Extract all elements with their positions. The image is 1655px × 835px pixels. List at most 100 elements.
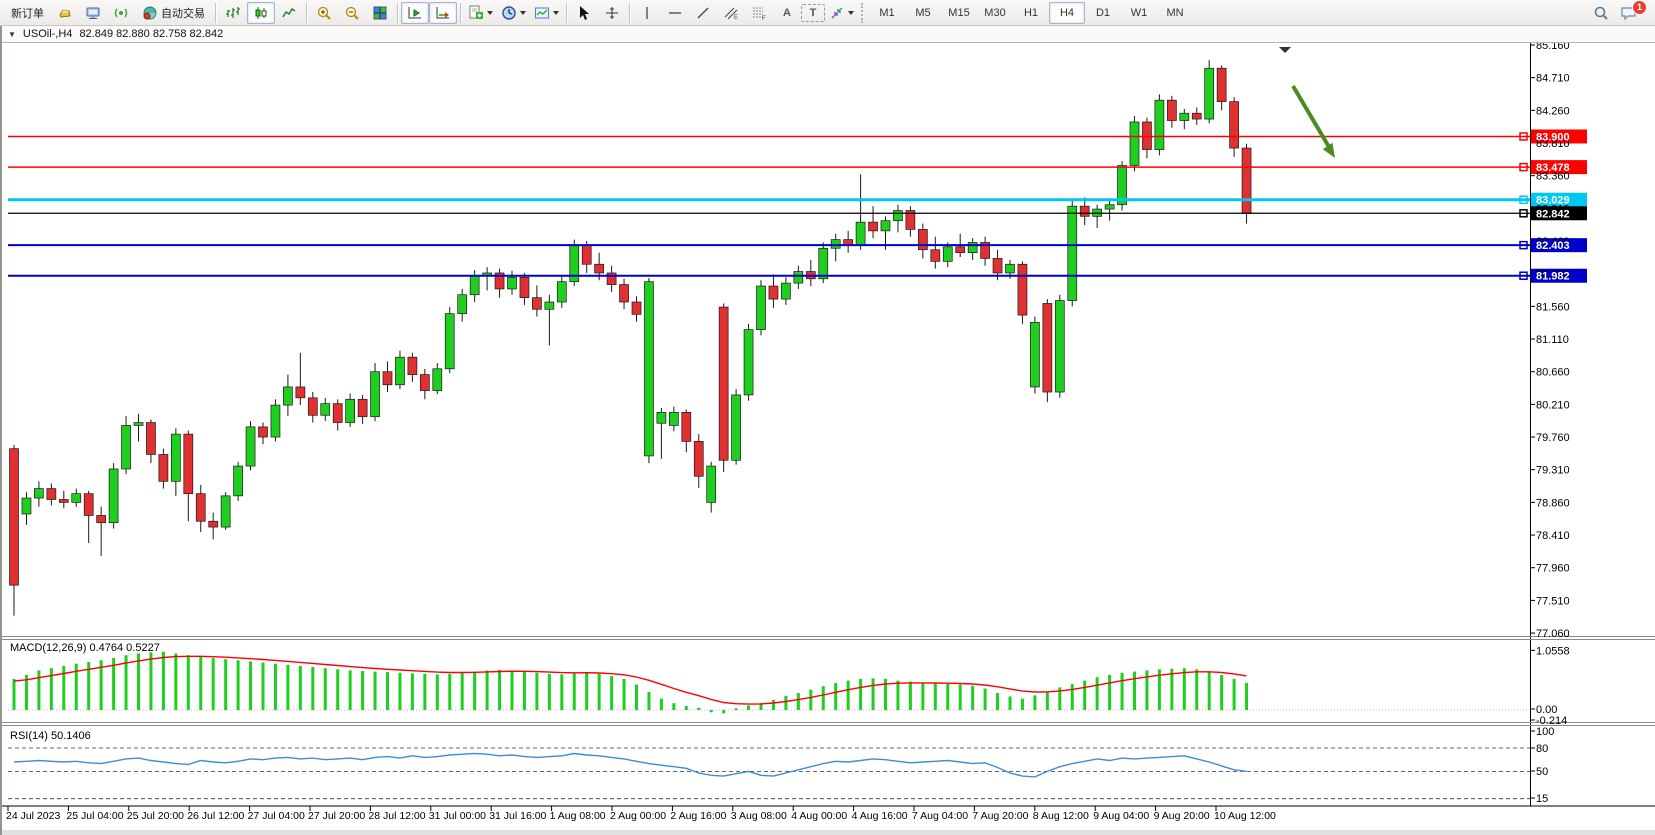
chevron-down-icon: [848, 11, 854, 15]
rsi-scale-label: 80: [1536, 743, 1548, 755]
autotrade-icon: [142, 5, 158, 21]
time-axis-label: 31 Jul 00:00: [429, 810, 486, 822]
toolbar-separator: [215, 3, 216, 23]
zoom-out-icon[interactable]: [338, 2, 366, 24]
time-axis-label: 25 Jul 04:00: [66, 810, 123, 822]
time-axis-label: 28 Jul 12:00: [368, 810, 425, 822]
new-order-button[interactable]: 新订单: [4, 2, 51, 24]
time-axis-label: 26 Jul 12:00: [187, 810, 244, 822]
price-chart[interactable]: 85.16084.71084.26083.81083.36082.91082.4…: [2, 43, 1655, 835]
price-tick-label: 81.560: [1536, 301, 1570, 313]
timeframe-mn-button[interactable]: MN: [1157, 2, 1193, 24]
timeframe-m15-button[interactable]: M15: [941, 2, 977, 24]
cursor-icon[interactable]: [570, 2, 598, 24]
time-axis-label: 31 Jul 16:00: [489, 810, 546, 822]
time-axis-label: 7 Aug 20:00: [972, 810, 1028, 822]
toolbar-separator: [397, 3, 398, 23]
price-tick-label: 78.410: [1536, 530, 1570, 542]
collapse-icon[interactable]: ▼: [8, 30, 16, 39]
mt4-application: 新订单 自动交易: [0, 0, 1655, 835]
templates-button[interactable]: [530, 2, 563, 24]
indicators-button[interactable]: [464, 2, 497, 24]
time-axis-label: 9 Aug 04:00: [1093, 810, 1149, 822]
price-tag: 82.842: [1536, 208, 1570, 220]
price-tick-label: 81.110: [1536, 334, 1569, 346]
timeframe-m5-button[interactable]: M5: [905, 2, 941, 24]
price-tag: 83.478: [1536, 162, 1570, 174]
chevron-down-icon: [487, 11, 493, 15]
price-tag: 81.982: [1536, 271, 1570, 283]
time-axis-label: 27 Jul 20:00: [308, 810, 365, 822]
toolbar-separator: [306, 3, 307, 23]
macd-scale-label: 1.0558: [1536, 645, 1570, 657]
crosshair-icon[interactable]: [598, 2, 626, 24]
search-icon[interactable]: [1587, 2, 1615, 24]
vertical-line-icon[interactable]: [633, 2, 661, 24]
rsi-label: RSI(14) 50.1406: [10, 730, 91, 742]
gold-nugget-icon[interactable]: [51, 2, 79, 24]
toolbar-grip[interactable]: [861, 3, 866, 23]
candles-layer: [10, 60, 1252, 615]
timeframe-h1-button[interactable]: H1: [1013, 2, 1049, 24]
timeframe-m30-button[interactable]: M30: [977, 2, 1013, 24]
bar-chart-icon[interactable]: [219, 2, 247, 24]
timeframe-h4-button[interactable]: H4: [1049, 2, 1085, 24]
time-axis-label: 1 Aug 08:00: [550, 810, 606, 822]
macd-signal-line: [14, 656, 1247, 704]
rsi-scale-label: 15: [1536, 793, 1548, 805]
main-toolbar: 新订单 自动交易: [0, 0, 1655, 26]
shapes-button[interactable]: [825, 2, 858, 24]
level-lines-layer: [8, 136, 1530, 275]
price-tick-label: 85.160: [1536, 43, 1570, 52]
toolbar-separator: [629, 3, 630, 23]
time-axis-label: 2 Aug 00:00: [610, 810, 666, 822]
trendline-icon[interactable]: [689, 2, 717, 24]
drawn-arrow-annotation: [1293, 86, 1329, 147]
svg-text:E: E: [734, 15, 738, 21]
chart-window: ▼ USOil-,H4 82.849 82.880 82.758 82.842 …: [0, 26, 1655, 835]
time-axis-label: 4 Aug 00:00: [791, 810, 847, 822]
chat-button[interactable]: 1: [1615, 2, 1643, 24]
candlestick-icon[interactable]: [247, 2, 275, 24]
chevron-down-icon: [553, 11, 559, 15]
price-tick-label: 79.310: [1536, 465, 1570, 477]
macd-label: MACD(12,26,9) 0.4764 0.5227: [10, 642, 160, 654]
price-tick-label: 77.060: [1536, 628, 1570, 640]
tile-windows-icon[interactable]: [366, 2, 394, 24]
timeframe-m1-button[interactable]: M1: [869, 2, 905, 24]
fibonacci-icon[interactable]: F: [745, 2, 773, 24]
price-tag: 83.029: [1536, 195, 1570, 207]
price-tick-label: 79.760: [1536, 432, 1570, 444]
time-axis-label: 25 Jul 20:00: [127, 810, 184, 822]
price-tick-label: 77.510: [1536, 595, 1570, 607]
chart-shift-icon[interactable]: [401, 2, 429, 24]
toolbar-separator: [460, 3, 461, 23]
notification-badge: 1: [1632, 0, 1647, 15]
line-chart-icon[interactable]: [275, 2, 303, 24]
equidistant-channel-icon[interactable]: E: [717, 2, 745, 24]
toolbar-separator: [566, 3, 567, 23]
zoom-in-icon[interactable]: [310, 2, 338, 24]
autotrade-button[interactable]: 自动交易: [135, 2, 212, 24]
time-axis-label: 2 Aug 16:00: [670, 810, 726, 822]
price-tick-label: 84.710: [1536, 73, 1570, 85]
time-axis-label: 7 Aug 04:00: [912, 810, 968, 822]
timeframe-d1-button[interactable]: D1: [1085, 2, 1121, 24]
auto-scroll-icon[interactable]: [429, 2, 457, 24]
price-tick-label: 80.210: [1536, 399, 1570, 411]
horizontal-line-icon[interactable]: [661, 2, 689, 24]
label-tool-button[interactable]: T: [801, 4, 825, 22]
text-tool-button[interactable]: A: [773, 2, 801, 24]
terminal-icon[interactable]: [79, 2, 107, 24]
price-tick-label: 80.660: [1536, 367, 1570, 379]
time-axis-label: 3 Aug 08:00: [731, 810, 787, 822]
signal-icon[interactable]: [107, 2, 135, 24]
periods-button[interactable]: [497, 2, 530, 24]
timeframe-w1-button[interactable]: W1: [1121, 2, 1157, 24]
chevron-down-icon: [520, 11, 526, 15]
chart-title-bar[interactable]: ▼ USOil-,H4 82.849 82.880 82.758 82.842: [2, 26, 1655, 43]
autotrade-label: 自动交易: [161, 5, 205, 21]
price-tag: 83.900: [1536, 131, 1570, 143]
chart-ohlc-values: 82.849 82.880 82.758 82.842: [79, 28, 223, 40]
price-tick-label: 78.860: [1536, 497, 1570, 509]
